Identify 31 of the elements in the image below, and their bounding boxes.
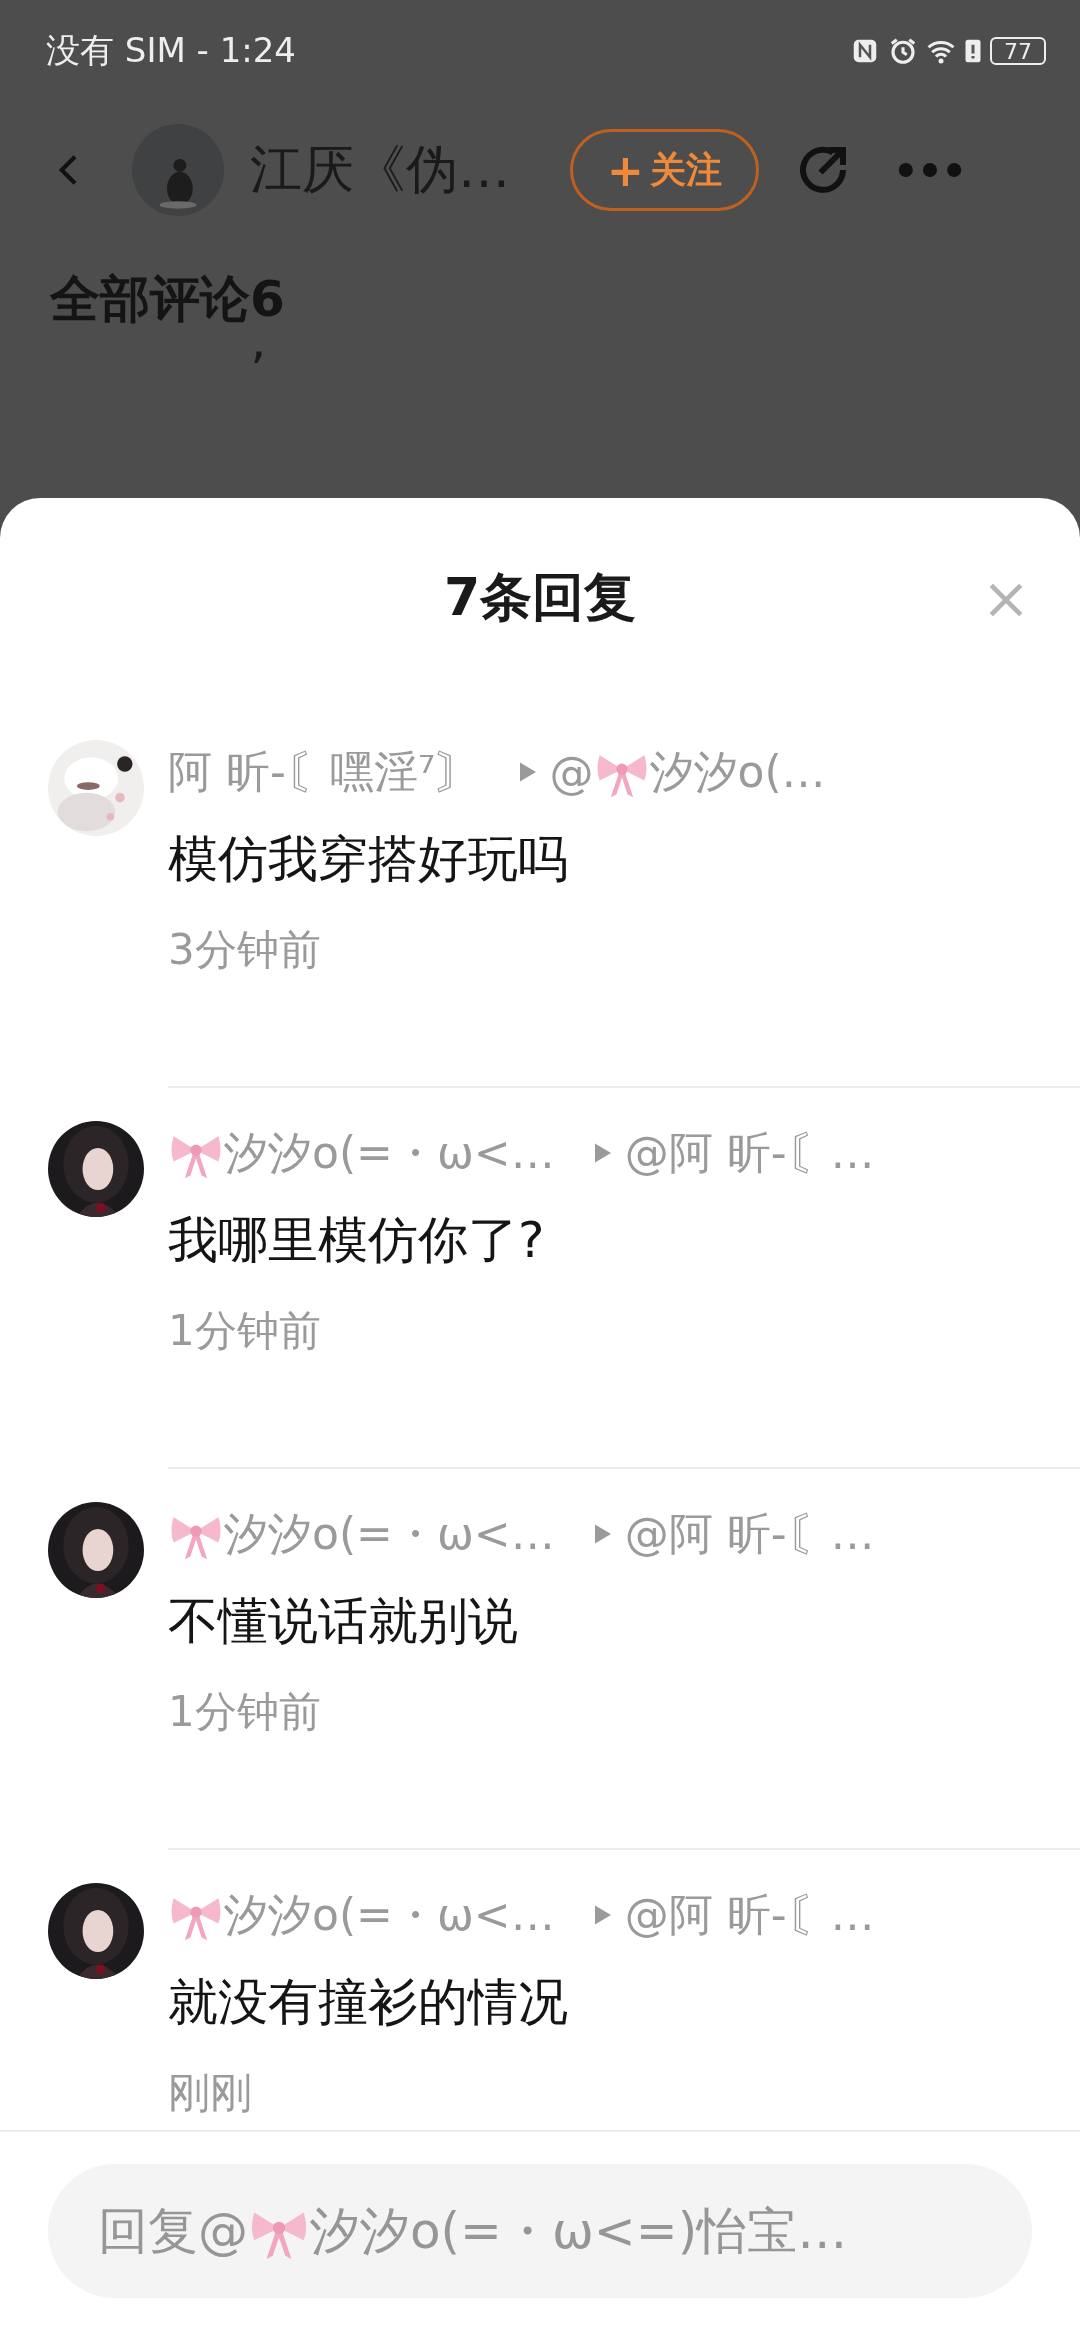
name-text: 汐汐o(… — [649, 744, 826, 799]
triangle-icon — [594, 1524, 611, 1544]
section-title: 全部评论6 — [48, 269, 286, 330]
name-text: 汐汐o(=・ω<… — [224, 1506, 555, 1561]
sheet-title: 7条回复 — [443, 566, 637, 629]
name-text: 汐汐o(=・ω<… — [224, 1887, 555, 1942]
reply-time: 1分钟前 — [168, 1305, 322, 1357]
triangle-icon — [594, 1905, 611, 1925]
alarm-icon — [888, 36, 918, 66]
reply-text: 不懂说话就别说 — [168, 1591, 519, 1652]
name-text: 阿 昕-〘嘿淫⁷〙 — [168, 744, 480, 799]
reply-field[interactable]: 回复@ 汐汐o(=・ω<=)怡宝… — [48, 2164, 1032, 2298]
name-text: @阿 昕-〘… — [624, 1887, 875, 1942]
battery-level: 77 — [1004, 38, 1032, 64]
name-text: @ — [549, 746, 594, 798]
more-icon[interactable] — [896, 160, 963, 180]
reply-time: 3分钟前 — [168, 924, 322, 976]
reply-text: 模仿我穿搭好玩吗 — [168, 829, 569, 890]
triangle-icon — [594, 1143, 611, 1163]
reply-text: 就没有撞衫的情况 — [168, 1972, 569, 2033]
reply-time: 刚刚 — [168, 2067, 253, 2119]
reply-time: 1分钟前 — [168, 1686, 322, 1738]
name-text: @阿 昕-〘… — [624, 1506, 875, 1561]
name-text: 回复@ — [98, 2200, 248, 2262]
reply-text: 我哪里模仿你了? — [168, 1210, 546, 1271]
name-text: @阿 昕-〘… — [624, 1125, 875, 1180]
name-text: 汐汐o(=・ω<… — [224, 1125, 555, 1180]
follow-button[interactable]: +关注 — [570, 129, 759, 211]
triangle-icon — [519, 762, 536, 782]
status-text: 没有 SIM - 1:24 — [46, 29, 296, 72]
name-text: 汐汐o(=・ω<=)怡宝… — [310, 2200, 848, 2262]
